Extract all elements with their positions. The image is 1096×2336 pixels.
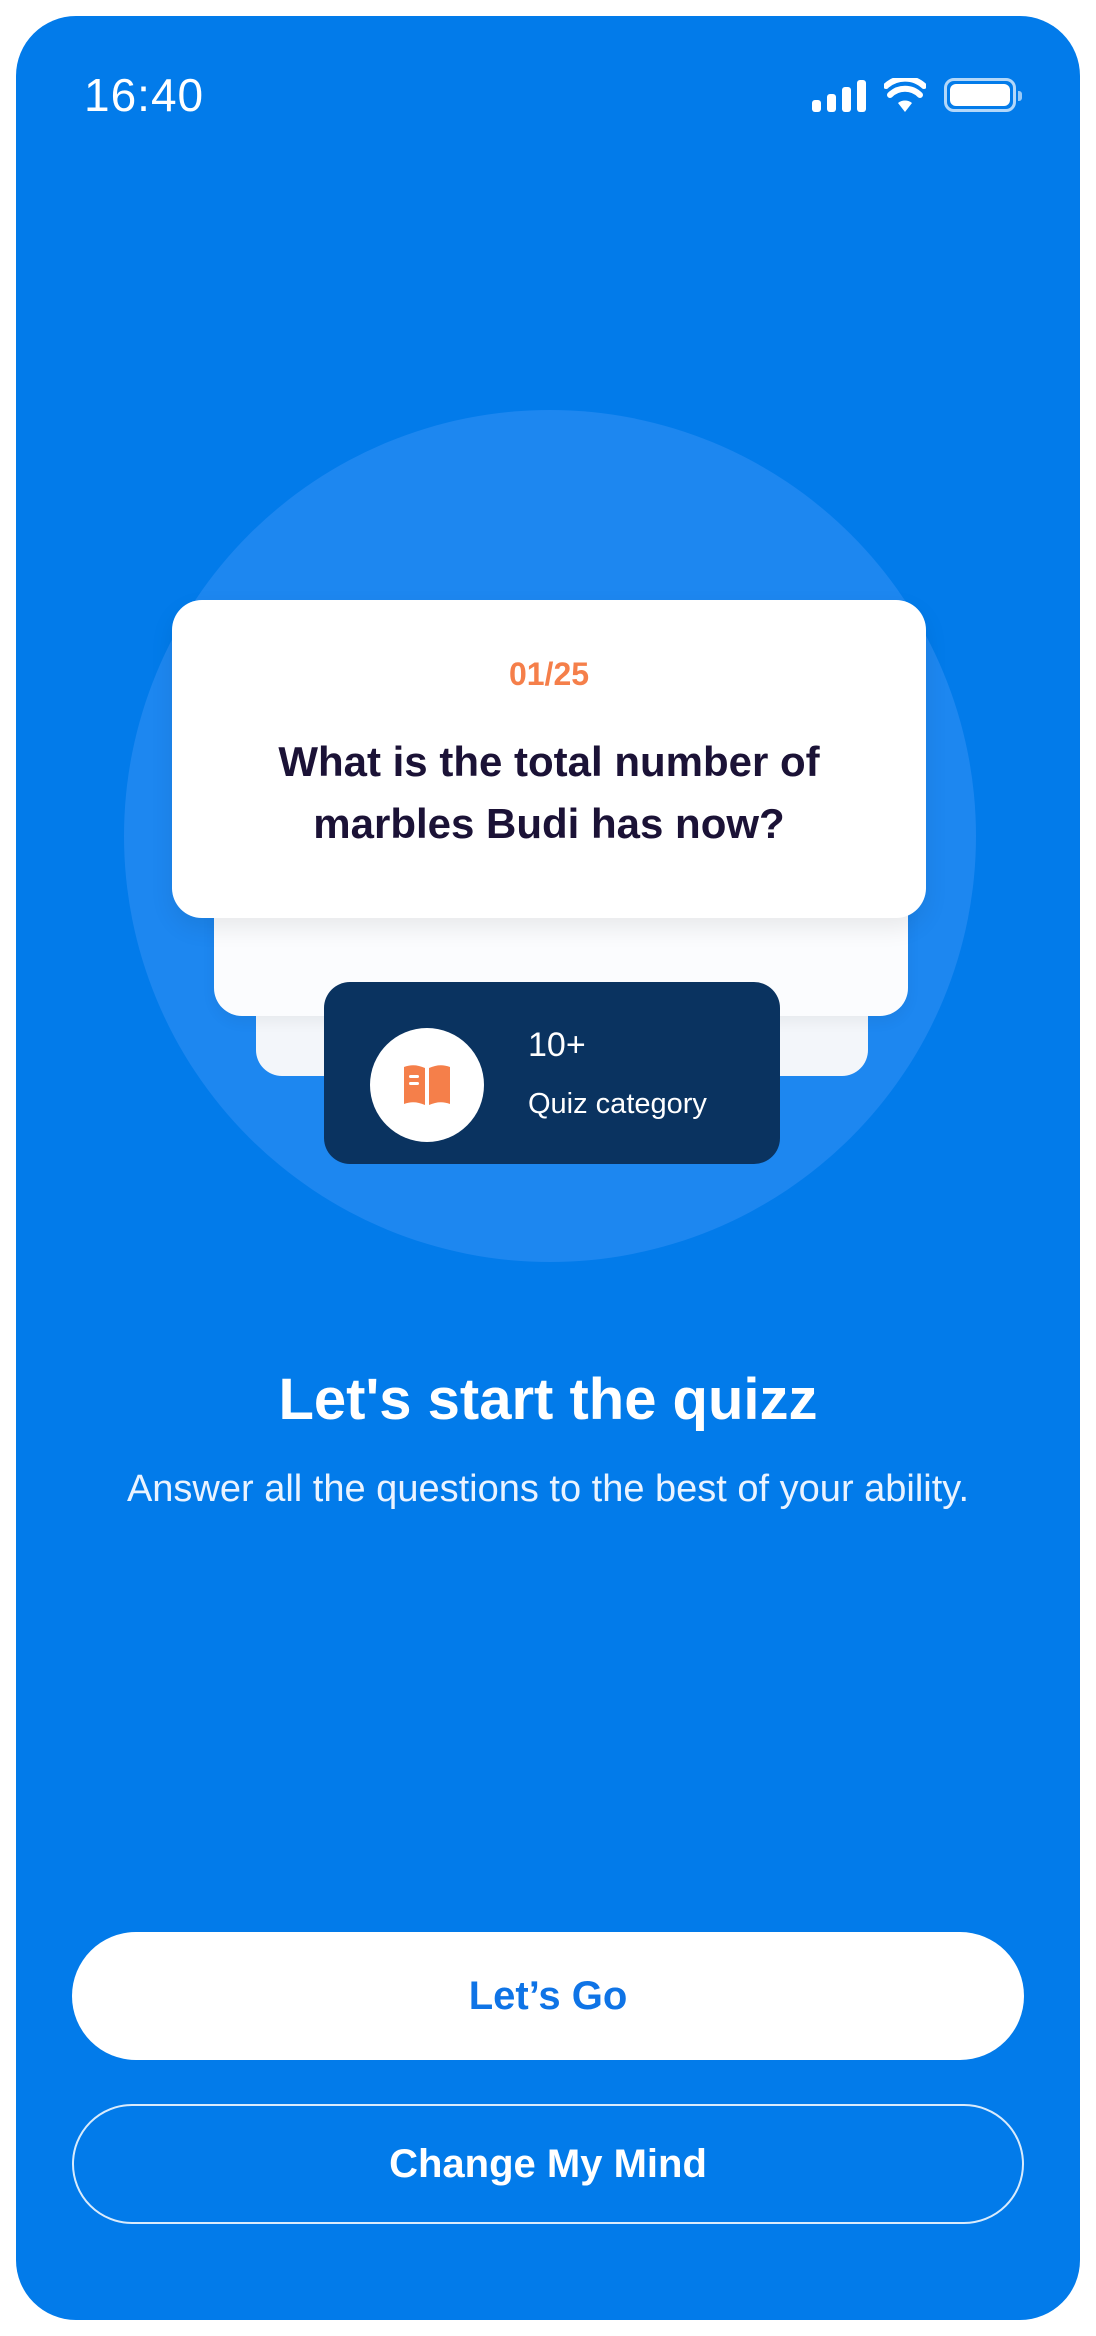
- question-text: What is the total number of marbles Budi…: [278, 738, 820, 847]
- lets-go-button[interactable]: Let’s Go: [72, 1932, 1024, 2060]
- category-count: 10+: [528, 1026, 586, 1064]
- question-preview-card: 01/25 What is the total number of marble…: [172, 600, 926, 918]
- question-counter: 01/25: [508, 656, 590, 692]
- change-my-mind-button[interactable]: Change My Mind: [72, 2104, 1024, 2224]
- app-screen: 16:40 01/25 What is the total number of …: [16, 16, 1080, 2320]
- page-title: Let's start the quizz: [278, 1367, 818, 1432]
- battery-icon: [944, 78, 1022, 112]
- signal-icon: [812, 78, 866, 112]
- category-label: Quiz category: [528, 1088, 707, 1120]
- status-icons: [812, 78, 1022, 112]
- quiz-category-card: 10+ Quiz category: [324, 982, 780, 1164]
- status-time: 16:40: [84, 69, 205, 121]
- book-icon: [404, 1065, 450, 1105]
- page-subtitle: Answer all the questions to the best of …: [126, 1468, 970, 1510]
- category-icon-circle: [370, 1028, 484, 1142]
- wifi-icon: [884, 78, 926, 112]
